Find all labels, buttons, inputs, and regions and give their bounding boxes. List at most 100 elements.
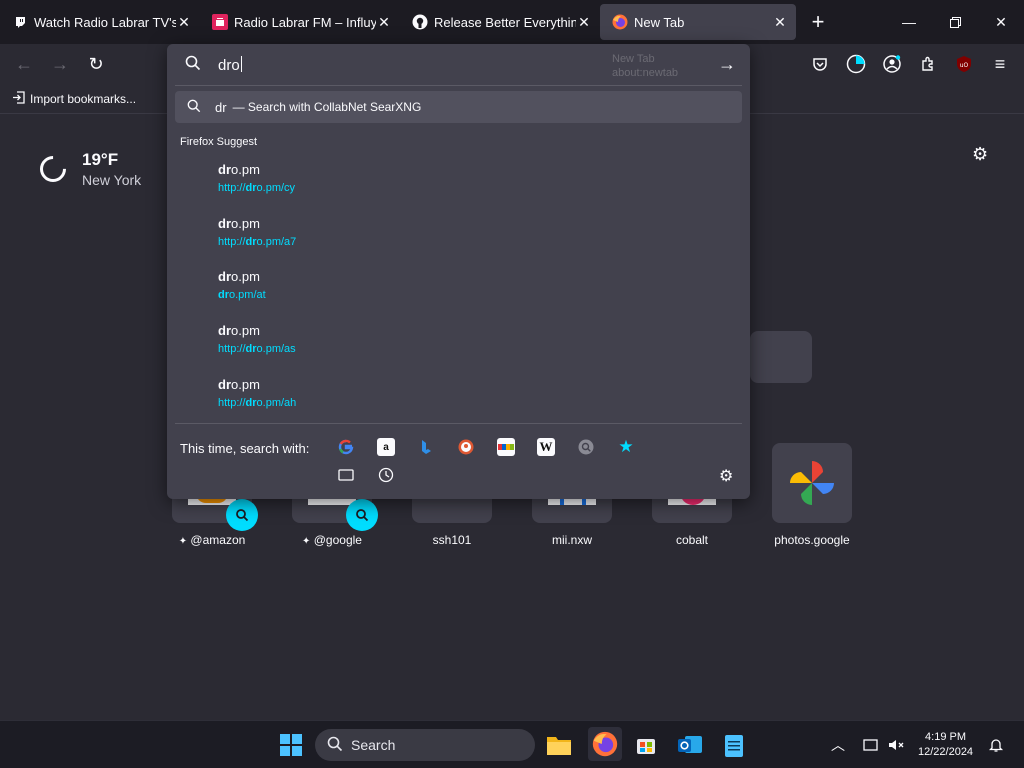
newtab-settings-gear-icon[interactable]: ⚙ xyxy=(972,144,988,165)
history-icon[interactable] xyxy=(377,466,395,484)
extensions-puzzle-icon[interactable] xyxy=(916,52,940,76)
windows-start-icon[interactable] xyxy=(277,731,305,759)
tile-label: ssh101 xyxy=(432,533,472,547)
top-site-tile-partial[interactable] xyxy=(750,331,812,383)
amazon-icon[interactable]: a xyxy=(377,438,395,456)
search-shortcut-icon xyxy=(346,499,378,531)
oneoff-search-label: This time, search with: xyxy=(180,441,310,456)
text-caret xyxy=(240,56,242,72)
notification-bell-icon[interactable] xyxy=(982,731,1010,759)
duckduckgo-icon[interactable] xyxy=(457,438,475,456)
notepad-icon[interactable] xyxy=(720,731,748,759)
search-icon xyxy=(185,55,201,76)
search-settings-gear-icon[interactable]: ⚙ xyxy=(719,466,733,486)
tile-thumbnail xyxy=(772,443,852,523)
typed-text: dro xyxy=(218,56,242,74)
search-shortcut-icon xyxy=(226,499,258,531)
searxng-icon[interactable] xyxy=(577,438,595,456)
file-explorer-icon[interactable] xyxy=(545,731,573,759)
search-query: dr xyxy=(215,99,227,115)
firefox-icon xyxy=(612,14,628,30)
clock-date: 12/22/2024 xyxy=(918,746,974,758)
windows-taskbar: Search ︿ 4:19 PM 12/22/2024 xyxy=(0,720,1024,768)
suggestion-url: http://dro.pm/ah xyxy=(218,397,297,409)
bing-icon[interactable] xyxy=(417,438,435,456)
suggestion-row[interactable]: dro.pm http://dro.pm/ah xyxy=(218,377,718,409)
divider xyxy=(175,423,742,424)
address-bar-input[interactable]: dro New Tab about:newtab → xyxy=(167,44,750,86)
suggestion-row[interactable]: dro.pm http://dro.pm/a7 xyxy=(218,216,718,248)
tab-title: Release Better Everything – xyxy=(434,14,576,30)
suggestion-url: http://dro.pm/a7 xyxy=(218,236,297,248)
pin-icon: ✦ xyxy=(302,536,311,547)
volume-muted-icon[interactable] xyxy=(882,731,910,759)
suggestion-title: dro.pm xyxy=(218,216,260,231)
search-suggestion-row[interactable]: dr — Search with CollabNet SearXNG xyxy=(175,91,742,123)
divider xyxy=(175,85,742,86)
vpn-icon[interactable] xyxy=(844,52,868,76)
search-icon xyxy=(187,99,201,116)
close-icon[interactable]: ✕ xyxy=(176,14,192,31)
tab-radio-labrar-fm[interactable]: Radio Labrar FM – Influye t ✕ xyxy=(200,0,400,44)
google-icon[interactable] xyxy=(337,438,355,456)
menu-hamburger-icon[interactable]: ≡ xyxy=(988,52,1012,76)
tab-title: Radio Labrar FM – Influye t xyxy=(234,14,376,30)
tray-chevron-up-icon[interactable]: ︿ xyxy=(824,731,852,759)
new-tab-plus-icon[interactable]: + xyxy=(800,9,836,35)
top-site-tile[interactable]: photos.google xyxy=(772,443,852,547)
ghost-tab-preview: New Tab about:newtab xyxy=(612,53,679,79)
suggestion-url: http://dro.pm/cy xyxy=(218,182,296,194)
go-arrow-icon[interactable]: → xyxy=(718,54,736,75)
close-icon[interactable]: ✕ xyxy=(772,14,788,31)
account-icon[interactable] xyxy=(880,52,904,76)
search-engine-hint: — Search with CollabNet SearXNG xyxy=(232,100,422,114)
close-window-icon[interactable]: ✕ xyxy=(978,0,1024,44)
outlook-icon[interactable] xyxy=(676,731,704,759)
suggestion-title: dro.pm xyxy=(218,162,260,177)
github-icon xyxy=(412,14,428,30)
tabs-icon[interactable] xyxy=(337,466,355,484)
tile-label: ✦ @amazon xyxy=(178,533,246,547)
minimize-icon[interactable]: — xyxy=(886,0,932,44)
ublock-origin-icon[interactable]: uO xyxy=(952,52,976,76)
wikipedia-icon[interactable]: W xyxy=(537,438,555,456)
reload-icon[interactable]: ↻ xyxy=(84,52,108,76)
suggestion-title: dro.pm xyxy=(218,269,260,284)
weather-widget[interactable]: 19°F New York xyxy=(34,150,142,188)
suggestion-row[interactable]: dro.pm http://dro.pm/cy xyxy=(218,162,718,194)
tab-new-tab[interactable]: New Tab ✕ xyxy=(600,4,796,40)
back-arrow-icon[interactable]: ← xyxy=(12,52,36,76)
urlbar-popup: dro New Tab about:newtab → dr — Search wi… xyxy=(167,44,750,499)
taskbar-search-box[interactable]: Search xyxy=(315,729,535,761)
clock-time: 4:19 PM xyxy=(925,731,967,743)
bookmarks-star-icon[interactable]: ★ xyxy=(617,437,635,456)
tab-release-better[interactable]: Release Better Everything – ✕ xyxy=(400,0,600,44)
pocket-icon[interactable] xyxy=(808,52,832,76)
tile-label: ✦ @google xyxy=(302,533,362,547)
suggestion-row[interactable]: dro.pm dro.pm/at xyxy=(218,269,718,301)
ebay-icon[interactable] xyxy=(497,438,515,456)
suggestion-url: dro.pm/at xyxy=(218,289,266,301)
suggestion-url: http://dro.pm/as xyxy=(218,343,296,355)
weather-city: New York xyxy=(82,172,142,188)
microsoft-store-icon[interactable] xyxy=(632,731,660,759)
radio-icon xyxy=(212,14,228,30)
maximize-icon[interactable] xyxy=(932,0,978,44)
close-icon[interactable]: ✕ xyxy=(576,14,592,31)
twitch-icon xyxy=(12,14,28,30)
suggestion-row[interactable]: dro.pm http://dro.pm/as xyxy=(218,323,718,355)
import-bookmarks-button[interactable]: Import bookmarks... xyxy=(12,91,136,107)
suggestion-title: dro.pm xyxy=(218,377,260,392)
tab-strip: Watch Radio Labrar TV's St ✕ Radio Labra… xyxy=(0,0,1024,44)
search-icon xyxy=(327,736,343,755)
tile-label: mii.nxw xyxy=(551,533,592,547)
firefox-taskbar-icon[interactable] xyxy=(588,727,622,761)
close-icon[interactable]: ✕ xyxy=(376,14,392,31)
system-clock[interactable]: 4:19 PM 12/22/2024 xyxy=(918,730,973,760)
suggestion-title: dro.pm xyxy=(218,323,260,338)
tab-title: Watch Radio Labrar TV's St xyxy=(34,14,176,30)
moon-icon xyxy=(34,150,72,188)
pin-icon: ✦ xyxy=(178,536,188,547)
tab-radio-labrar-tv[interactable]: Watch Radio Labrar TV's St ✕ xyxy=(0,0,200,44)
forward-arrow-icon[interactable]: → xyxy=(48,52,72,76)
